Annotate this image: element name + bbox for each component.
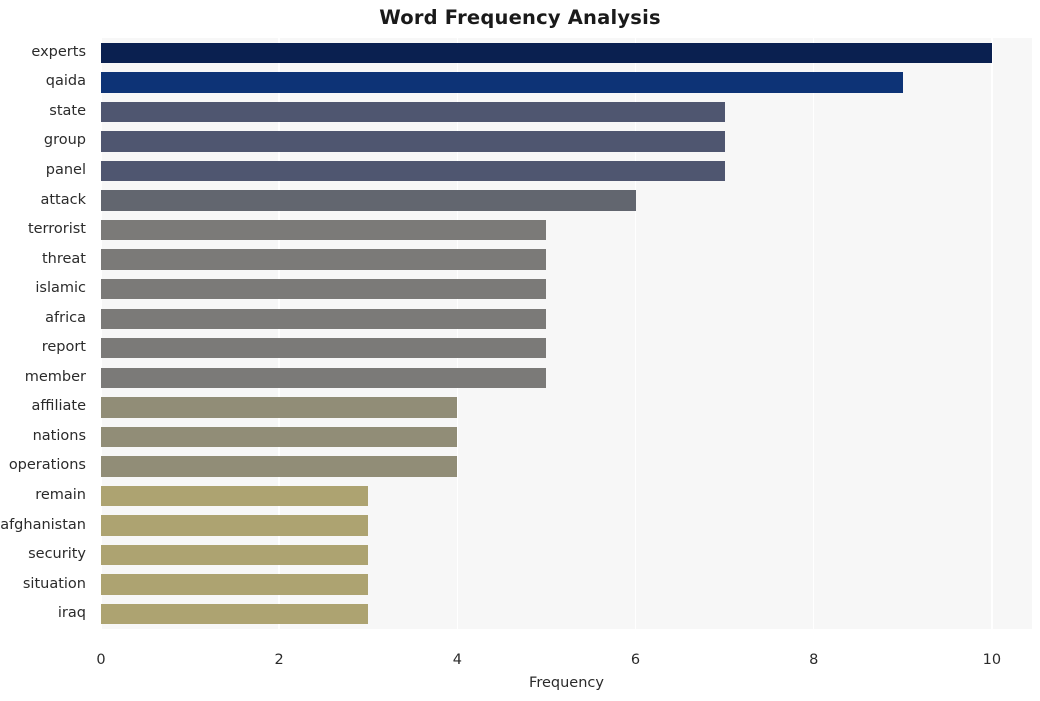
bar-nations (101, 426, 458, 448)
bar-row (101, 334, 1032, 364)
y-tick-label-experts: experts (31, 43, 86, 60)
x-tick-label-4: 4 (452, 652, 462, 668)
y-tick-label-affiliate: affiliate (31, 398, 86, 415)
x-axis-tick-labels: 0 2 4 6 8 10 (96, 652, 1032, 672)
x-tick-label-6: 6 (630, 652, 641, 668)
bar-report (101, 338, 547, 359)
bar-row (101, 274, 1032, 304)
y-tick-label-panel: panel (45, 161, 86, 178)
bar-remain (101, 485, 369, 507)
bar-africa (101, 308, 547, 329)
y-tick-label-terrorist: terrorist (27, 221, 86, 238)
y-tick-label-qaida: qaida (45, 73, 86, 90)
bar-operations (101, 456, 458, 477)
bar-row (101, 481, 1032, 511)
bar-affiliate (101, 397, 458, 418)
bar-row (101, 452, 1032, 482)
bar-security (101, 544, 369, 566)
bar-row (101, 540, 1032, 570)
bar-group (101, 131, 725, 152)
plot-area (101, 38, 1032, 629)
bar-attack (101, 190, 636, 211)
x-tick-label-0: 0 (96, 652, 106, 668)
y-tick-label-africa: africa (45, 309, 86, 326)
x-tick-label-10: 10 (982, 652, 1002, 668)
word-frequency-bar-chart: Word Frequency Analysis experts qaida stat… (0, 0, 1040, 701)
bar-afghanistan (101, 515, 369, 536)
y-tick-label-islamic: islamic (35, 280, 86, 297)
bar-row (101, 363, 1032, 393)
y-tick-label-state: state (49, 102, 86, 119)
bar-row (101, 186, 1032, 216)
bar-terrorist (101, 219, 547, 241)
bar-row (101, 511, 1032, 541)
bar-state (101, 101, 725, 123)
bar-experts (101, 42, 992, 63)
bar-row (101, 127, 1032, 157)
x-tick-label-2: 2 (274, 652, 284, 668)
chart-title: Word Frequency Analysis (379, 6, 661, 29)
y-tick-label-operations: operations (8, 457, 86, 474)
bar-qaida (101, 72, 903, 93)
bar-situation (101, 574, 369, 595)
bar-row (101, 304, 1032, 334)
bar-row (101, 599, 1032, 629)
y-tick-label-attack: attack (40, 191, 86, 208)
y-tick-label-nations: nations (32, 427, 86, 444)
y-tick-label-security: security (28, 546, 86, 563)
bar-row (101, 97, 1032, 127)
y-tick-label-threat: threat (41, 250, 86, 267)
y-tick-label-report: report (41, 339, 86, 356)
bar-row (101, 570, 1032, 600)
y-tick-label-group: group (43, 132, 86, 149)
bar-row (101, 68, 1032, 98)
bar-row (101, 38, 1032, 68)
y-tick-label-member: member (24, 368, 86, 385)
bar-row (101, 215, 1032, 245)
x-axis-title: Frequency (529, 675, 604, 691)
y-tick-label-remain: remain (35, 487, 86, 504)
bar-row (101, 245, 1032, 275)
bar-panel (101, 160, 725, 182)
bar-row (101, 422, 1032, 452)
y-tick-label-iraq: iraq (57, 605, 86, 622)
bar-iraq (101, 604, 369, 625)
bar-member (101, 367, 547, 388)
y-tick-label-afghanistan: afghanistan (0, 516, 86, 533)
bar-row (101, 156, 1032, 186)
y-axis-tick-labels: experts qaida state group panel attack terrori… (0, 38, 94, 629)
y-tick-label-situation: situation (22, 575, 86, 592)
bar-row (101, 393, 1032, 423)
bar-threat (101, 249, 547, 270)
bar-islamic (101, 278, 547, 300)
x-tick-label-8: 8 (809, 652, 819, 668)
